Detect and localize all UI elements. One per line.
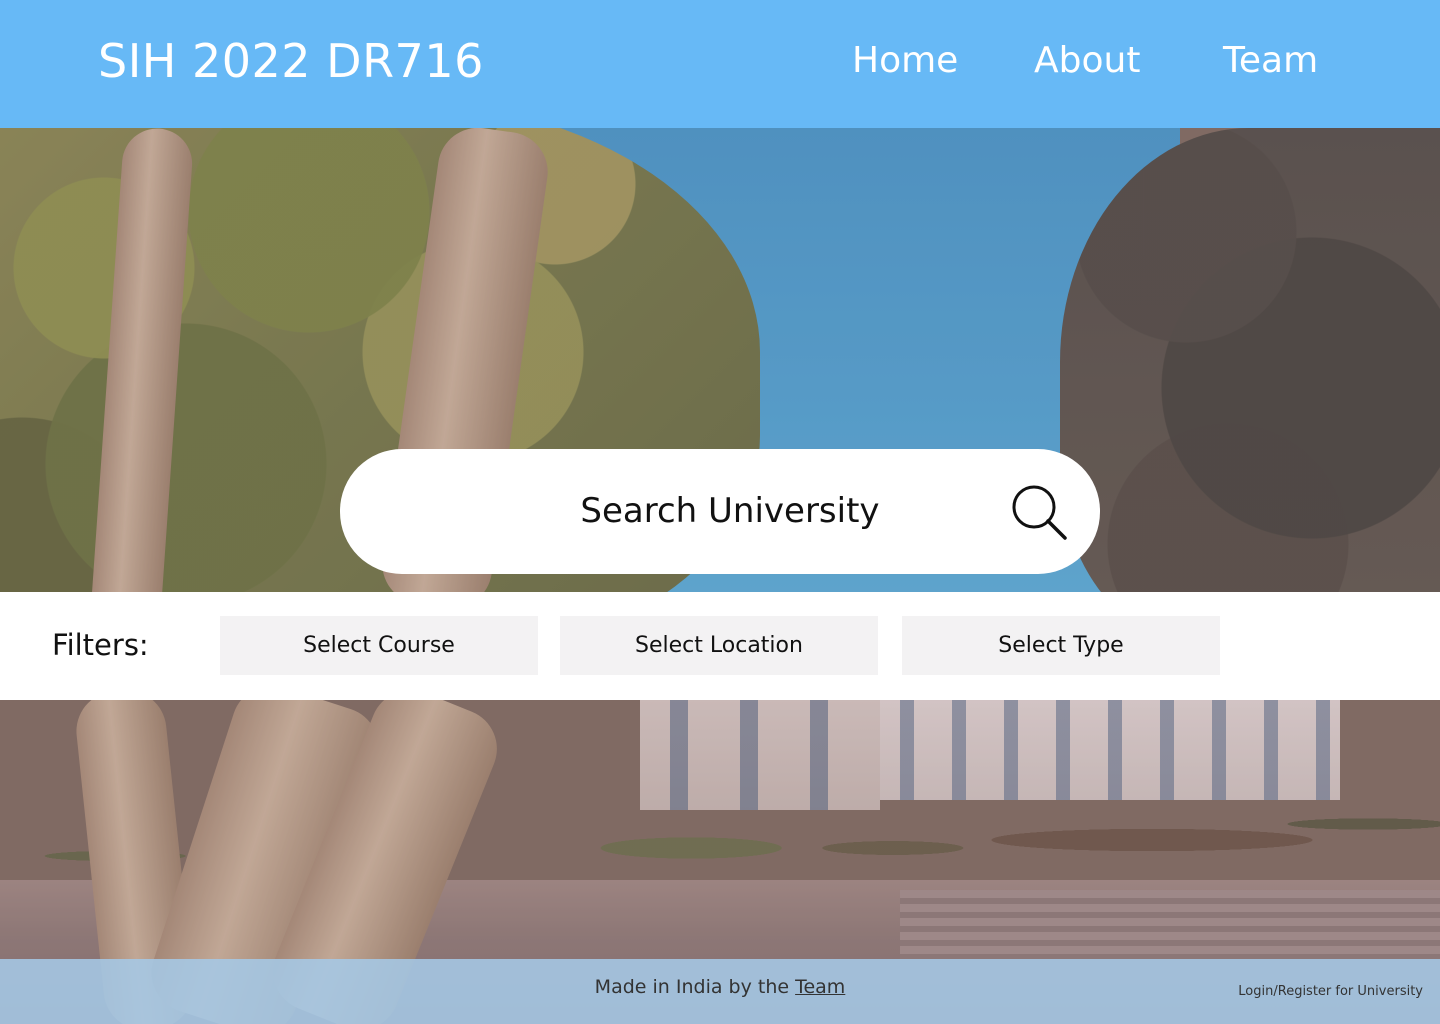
nav-team-link[interactable]: Team (1223, 40, 1318, 81)
search-bar (340, 449, 1100, 574)
footer-made-in-text: Made in India by the (594, 976, 796, 998)
filters-label: Filters: (52, 628, 149, 662)
magnifier-icon[interactable] (1010, 483, 1070, 543)
nav-about-link[interactable]: About (1034, 40, 1140, 81)
login-register-link[interactable]: Login/Register for University (1238, 984, 1423, 999)
nav-home-link[interactable]: Home (852, 40, 958, 81)
select-course-dropdown[interactable]: Select Course (220, 616, 538, 675)
select-type-dropdown[interactable]: Select Type (902, 616, 1220, 675)
footer-credit: Made in India by the Team (0, 976, 1440, 998)
filter-bar: Filters: Select Course Select Location S… (0, 592, 1440, 700)
select-location-dropdown[interactable]: Select Location (560, 616, 878, 675)
header-bar: SIH 2022 DR716 Home About Team (0, 0, 1440, 128)
footer-team-link[interactable]: Team (795, 976, 845, 998)
footer-bar: Made in India by the Team Login/Register… (0, 959, 1440, 1024)
search-input[interactable] (460, 479, 1000, 543)
brand-title: SIH 2022 DR716 (98, 34, 484, 88)
